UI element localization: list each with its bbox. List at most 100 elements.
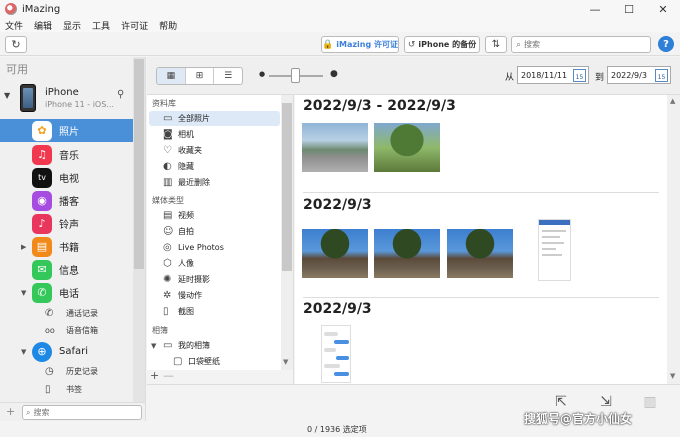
sidebar-item-bookmarks[interactable]: ▯ 书签: [0, 381, 133, 398]
calendar-icon[interactable]: 15: [655, 69, 668, 82]
add-button[interactable]: +: [6, 405, 15, 418]
sidebar-item-photos[interactable]: ✿ 照片: [0, 119, 133, 142]
library-item-slowmo[interactable]: ✲ 慢动作: [149, 288, 280, 303]
device-name: iPhone: [45, 87, 79, 98]
lock-icon: 🔒: [322, 39, 334, 50]
from-date-field[interactable]: 2018/11/11 15: [517, 66, 589, 84]
sidebar-item-books[interactable]: ▶ ▤ 书籍: [0, 235, 133, 258]
library-scroll-thumb[interactable]: [282, 103, 292, 271]
search-input[interactable]: [524, 40, 643, 49]
library-item-label: 全部照片: [178, 114, 210, 123]
view-list-button[interactable]: ☰: [214, 68, 242, 84]
sidebar-item-podcasts[interactable]: ◉ 播客: [0, 189, 133, 212]
library-item-recently-deleted[interactable]: ▥ 最近删除: [149, 175, 280, 190]
app-logo-icon: [5, 3, 17, 15]
maximize-button[interactable]: ☐: [612, 0, 646, 18]
history-icon: ◷: [45, 366, 54, 377]
library-item-timelapse[interactable]: ✺ 延时摄影: [149, 272, 280, 287]
library-item-portrait[interactable]: ⬡ 人像: [149, 256, 280, 271]
refresh-button[interactable]: ↻: [5, 36, 27, 53]
library-item-selfie[interactable]: ☺ 自拍: [149, 224, 280, 239]
sidebar-item-ringtones[interactable]: ♪ 铃声: [0, 212, 133, 235]
tv-icon: tv: [32, 167, 52, 188]
scroll-down-icon[interactable]: ▼: [670, 372, 675, 380]
menu-view[interactable]: 显示: [63, 19, 81, 32]
sidebar-item-safari[interactable]: ▼ ⊕ Safari: [0, 340, 133, 363]
group-divider: [303, 297, 659, 298]
messages-icon: ✉: [32, 259, 52, 280]
library-scrollbar[interactable]: ▼: [281, 95, 293, 370]
library-item-screenshots[interactable]: ▯ 截图: [149, 304, 280, 319]
refresh-icon: ↻: [11, 38, 21, 51]
expand-icon[interactable]: ▶: [21, 243, 26, 251]
device-model: iPhone 11 - iOS...: [45, 100, 114, 109]
sidebar-item-music[interactable]: ♫ 音乐: [0, 143, 133, 166]
remove-album-button[interactable]: —: [163, 369, 174, 382]
calendar-icon[interactable]: 15: [573, 69, 586, 82]
photos-scrollbar[interactable]: ▲ ▼: [667, 95, 680, 384]
menu-license[interactable]: 许可证: [121, 19, 148, 32]
photo-thumbnail[interactable]: [302, 123, 368, 172]
collapse-icon[interactable]: ▼: [21, 289, 26, 297]
close-button[interactable]: ✕: [646, 0, 680, 18]
sidebar-search-input[interactable]: [33, 408, 129, 417]
sidebar-item-phone[interactable]: ▼ ✆ 电话: [0, 281, 133, 304]
collapse-device-icon[interactable]: ▼: [4, 91, 10, 100]
sidebar-item-call-history[interactable]: ✆ 通话记录: [0, 305, 133, 322]
view-large-grid-button[interactable]: ▦: [157, 68, 186, 84]
to-label: 到: [595, 73, 605, 83]
menu-edit[interactable]: 编辑: [34, 19, 52, 32]
collapse-icon[interactable]: ▼: [151, 342, 156, 350]
to-date-field[interactable]: 2022/9/3 15: [607, 66, 671, 84]
screenshot-thumbnail[interactable]: [321, 325, 351, 383]
backup-button[interactable]: ↺ iPhone 的备份: [404, 36, 480, 53]
sidebar-item-history[interactable]: ◷ 历史记录: [0, 363, 133, 380]
menu-bar: 文件 编辑 显示 工具 许可证 帮助: [0, 18, 680, 32]
menu-file[interactable]: 文件: [5, 19, 23, 32]
scroll-up-icon[interactable]: ▲: [670, 97, 675, 105]
menu-tools[interactable]: 工具: [92, 19, 110, 32]
device-row[interactable]: ▼ iPhone iPhone 11 - iOS... ⚲: [0, 81, 133, 117]
library-item-all-photos[interactable]: ▭ 全部照片: [149, 111, 280, 126]
sidebar-scrollbar[interactable]: [133, 57, 145, 402]
folder-icon: ▭: [163, 340, 173, 351]
sidebar-item-label: 铃声: [59, 220, 79, 231]
toolbar-search: ⌕: [511, 36, 651, 53]
iphone-icon: [20, 84, 36, 112]
minimize-button[interactable]: —: [578, 0, 612, 18]
sidebar-item-messages[interactable]: ✉ 信息: [0, 258, 133, 281]
watermark: 搜狐号@官方小仙女: [524, 412, 633, 426]
scroll-down-icon[interactable]: ▼: [283, 358, 288, 366]
thumb-line: [542, 230, 566, 232]
library-item-camera[interactable]: ◙ 相机: [149, 127, 280, 142]
zoom-slider-thumb[interactable]: [291, 68, 300, 83]
photo-thumbnail[interactable]: [374, 123, 440, 172]
library-item-pocket-wallpaper[interactable]: ▢ 口袋壁纸: [149, 354, 280, 369]
license-button[interactable]: 🔒 iMazing 许可证: [321, 36, 399, 53]
view-grid-button[interactable]: ⊞: [186, 68, 215, 84]
library-item-hidden[interactable]: ◐ 隐藏: [149, 159, 280, 174]
menu-help[interactable]: 帮助: [159, 19, 177, 32]
chat-bubble: [324, 332, 338, 336]
library-item-label: 口袋壁纸: [188, 357, 220, 366]
library-item-favorites[interactable]: ♡ 收藏夹: [149, 143, 280, 158]
photo-thumbnail[interactable]: [447, 229, 513, 278]
thumb-line: [542, 248, 556, 250]
transfer-button[interactable]: ⇅: [485, 36, 507, 53]
ringtones-icon: ♪: [32, 213, 52, 234]
help-button[interactable]: ?: [658, 36, 674, 52]
sidebar-item-voicemail[interactable]: oo 语音信箱: [0, 322, 133, 339]
sidebar-item-tv[interactable]: tv 电视: [0, 166, 133, 189]
photo-thumbnail[interactable]: [374, 229, 440, 278]
photo-thumbnail[interactable]: [302, 229, 368, 278]
thumb-line: [542, 242, 564, 244]
sidebar-scroll-thumb[interactable]: [134, 59, 144, 269]
add-album-button[interactable]: +: [150, 369, 159, 382]
window-controls: — ☐ ✕: [578, 0, 680, 18]
library-item-live-photos[interactable]: ◎ Live Photos: [149, 240, 280, 255]
collapse-icon[interactable]: ▼: [21, 348, 26, 356]
delete-icon[interactable]: ▥: [640, 391, 660, 413]
library-item-video[interactable]: ▤ 视频: [149, 208, 280, 223]
library-item-my-albums[interactable]: ▼ ▭ 我的相簿: [149, 338, 280, 353]
screenshot-thumbnail[interactable]: [538, 219, 571, 281]
